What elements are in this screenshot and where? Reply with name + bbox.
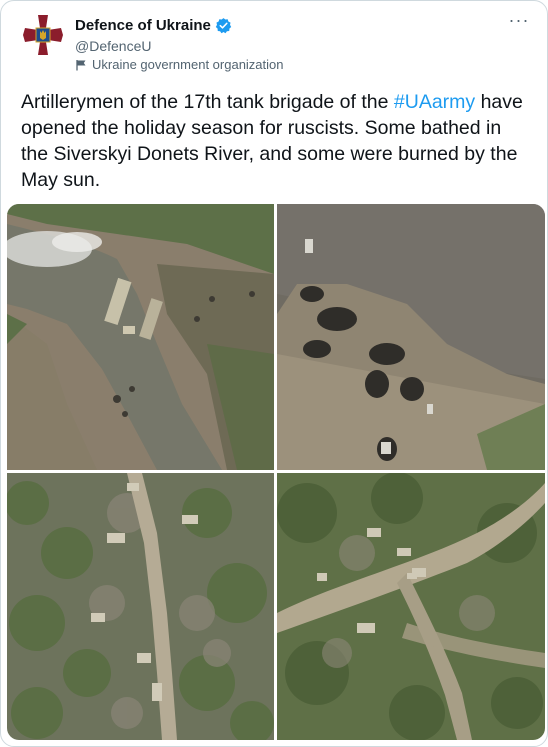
flag-icon bbox=[75, 59, 87, 71]
ministry-of-defence-emblem-icon bbox=[21, 13, 65, 57]
government-label-text: Ukraine government organization bbox=[92, 57, 284, 72]
media-grid bbox=[7, 204, 545, 740]
verified-badge-icon bbox=[215, 17, 232, 34]
photo-river-crossing[interactable] bbox=[7, 204, 274, 470]
tweet-header: Defence of Ukraine @DefenceU Ukraine gov… bbox=[21, 11, 533, 73]
photo-destroyed-vehicles-riverbank[interactable] bbox=[277, 204, 545, 470]
photo-forest-clearing-vehicles[interactable] bbox=[277, 473, 545, 740]
account-handle[interactable]: @DefenceU bbox=[75, 38, 151, 54]
tweet-text: Artillerymen of the 17th tank brigade of… bbox=[21, 89, 533, 193]
tweet-card[interactable]: Defence of Ukraine @DefenceU Ukraine gov… bbox=[0, 0, 548, 747]
government-label: Ukraine government organization bbox=[75, 57, 284, 72]
account-name[interactable]: Defence of Ukraine bbox=[75, 17, 211, 34]
more-options-button[interactable]: ··· bbox=[505, 11, 533, 37]
tweet-text-start: Artillerymen of the 17th tank brigade of… bbox=[21, 91, 394, 113]
avatar[interactable] bbox=[21, 13, 65, 57]
photo-forest-path-vehicles[interactable] bbox=[7, 473, 274, 740]
hashtag-link[interactable]: #UAarmy bbox=[394, 91, 475, 113]
